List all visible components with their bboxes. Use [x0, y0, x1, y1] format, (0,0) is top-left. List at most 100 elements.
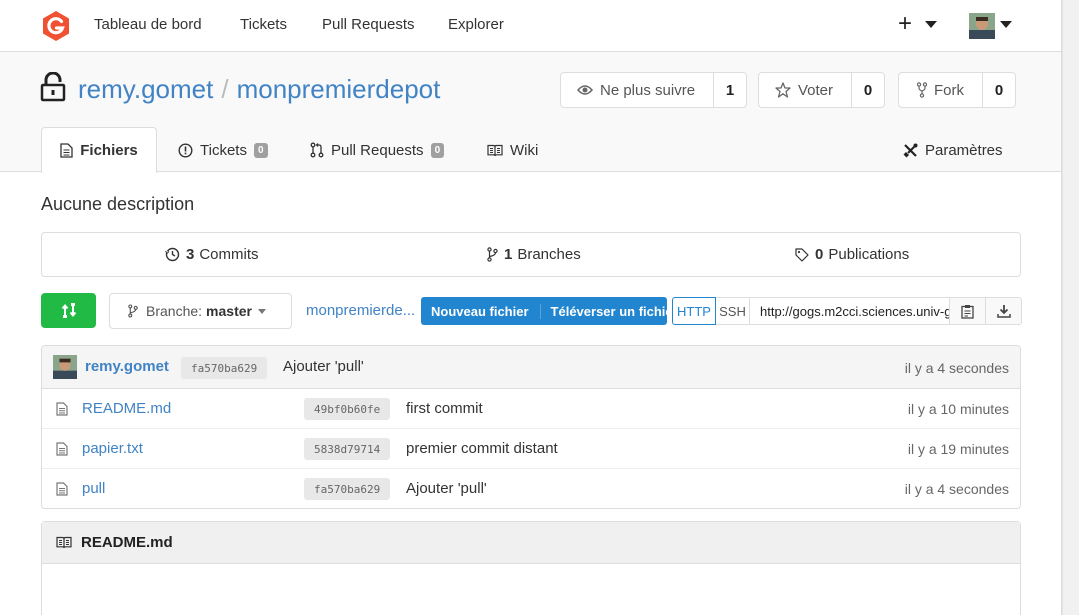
star-button[interactable]: Voter — [759, 73, 853, 107]
repo-root-breadcrumb[interactable]: monpremierde... — [306, 302, 415, 319]
page: Tableau de bord Tickets Pull Requests Ex… — [0, 0, 1062, 615]
new-file-button[interactable]: Nouveau fichier — [421, 303, 541, 319]
top-navbar: Tableau de bord Tickets Pull Requests Ex… — [0, 0, 1061, 52]
tab-issues-label: Tickets — [200, 141, 247, 159]
repo-title: remy.gomet / monpremierdepot — [78, 74, 440, 105]
tab-settings-label: Paramètres — [925, 141, 1003, 159]
tab-issues[interactable]: Tickets 0 — [178, 127, 268, 173]
create-new-caret-icon[interactable] — [925, 21, 937, 28]
nav-pull-requests-link[interactable]: Pull Requests — [322, 16, 415, 33]
commit-author-link[interactable]: remy.gomet — [85, 358, 169, 375]
file-actions-group: Nouveau fichier Téléverser un fichier — [421, 297, 678, 325]
pulls-count-badge: 0 — [430, 142, 445, 158]
fork-icon — [917, 82, 927, 98]
file-row: README.md 49bf0b60fe first commit il y a… — [42, 389, 1020, 429]
nav-explore-link[interactable]: Explorer — [448, 16, 504, 33]
tab-files-label: Fichiers — [80, 142, 138, 159]
book-icon — [56, 536, 72, 549]
commits-count: 3 — [186, 246, 195, 263]
file-list-table: remy.gomet fa570ba629 Ajouter 'pull' il … — [41, 345, 1021, 509]
tab-pull-requests-label: Pull Requests — [331, 141, 424, 159]
tab-files[interactable]: Fichiers — [41, 127, 157, 173]
file-commit-message[interactable]: premier commit distant — [406, 440, 558, 457]
file-commit-sha[interactable]: fa570ba629 — [304, 478, 391, 500]
latest-commit-row: remy.gomet fa570ba629 Ajouter 'pull' il … — [42, 346, 1020, 389]
releases-label: Publications — [828, 246, 910, 263]
star-button-group: Voter 0 — [758, 72, 886, 108]
unwatch-label: Ne plus suivre — [600, 81, 696, 99]
vertical-scrollbar[interactable] — [1062, 0, 1079, 615]
nav-issues-link[interactable]: Tickets — [240, 16, 287, 33]
download-icon — [996, 305, 1011, 318]
unwatch-button[interactable]: Ne plus suivre — [561, 73, 715, 107]
file-commit-age: il y a 19 minutes — [907, 441, 1009, 457]
star-label: Voter — [798, 81, 834, 99]
tab-wiki-label: Wiki — [510, 141, 539, 159]
branch-prefix-label: Branche: — [146, 303, 203, 319]
tab-pull-requests[interactable]: Pull Requests 0 — [310, 127, 445, 173]
commit-author-avatar[interactable] — [53, 355, 77, 379]
clone-http-button[interactable]: HTTP — [672, 297, 716, 325]
file-commit-sha[interactable]: 49bf0b60fe — [304, 398, 391, 420]
compare-button[interactable] — [41, 293, 96, 328]
file-text-icon — [56, 442, 68, 456]
star-count[interactable]: 0 — [852, 73, 884, 107]
download-button[interactable] — [986, 297, 1022, 325]
file-commit-sha[interactable]: 5838d79714 — [304, 438, 391, 460]
commit-sha-label[interactable]: fa570ba629 — [181, 357, 268, 379]
file-row: papier.txt 5838d79714 premier commit dis… — [42, 429, 1020, 469]
fork-button[interactable]: Fork — [899, 73, 983, 107]
repo-owner-link[interactable]: remy.gomet — [78, 74, 213, 104]
branches-count: 1 — [504, 246, 513, 263]
releases-stat-link[interactable]: 0 Publications — [795, 246, 909, 263]
history-icon — [165, 247, 180, 262]
clone-ssh-button[interactable]: SSH — [716, 297, 750, 325]
dropdown-caret-icon — [257, 308, 266, 314]
commits-stat-link[interactable]: 3 Commits — [165, 246, 259, 263]
branches-stat-link[interactable]: 1 Branches — [487, 246, 581, 263]
file-commit-age: il y a 10 minutes — [907, 401, 1009, 417]
issue-opened-icon — [178, 142, 193, 158]
watch-count[interactable]: 1 — [714, 73, 746, 107]
repo-header: remy.gomet / monpremierdepot Ne plus suivr… — [0, 52, 1061, 173]
repo-description: Aucune description — [41, 194, 195, 214]
file-commit-message[interactable]: Ajouter 'pull' — [406, 480, 487, 497]
tag-icon — [795, 247, 809, 262]
book-icon — [487, 144, 503, 156]
user-avatar[interactable] — [969, 13, 995, 39]
watch-button-group: Ne plus suivre 1 — [560, 72, 748, 108]
upload-file-button[interactable]: Téléverser un fichier — [541, 304, 688, 319]
file-name-link[interactable]: pull — [82, 480, 105, 497]
nav-dashboard-link[interactable]: Tableau de bord — [94, 16, 202, 33]
gogs-logo-icon[interactable] — [40, 10, 72, 42]
git-branch-icon — [487, 247, 498, 262]
tab-settings[interactable]: Paramètres — [903, 127, 1003, 173]
eye-icon — [577, 85, 593, 95]
copy-url-button[interactable] — [950, 297, 986, 325]
git-pull-request-icon — [310, 142, 324, 158]
user-menu-caret-icon[interactable] — [1000, 21, 1012, 28]
readme-title: README.md — [81, 534, 173, 551]
readme-header: README.md — [42, 522, 1020, 564]
branch-dropdown[interactable]: Branche: master — [109, 293, 292, 329]
commits-label: Commits — [199, 246, 259, 263]
repo-path-separator: / — [221, 74, 229, 104]
file-text-icon — [60, 143, 73, 158]
fork-label: Fork — [934, 81, 964, 99]
fork-button-group: Fork 0 — [898, 72, 1016, 108]
repo-name-link[interactable]: monpremierdepot — [237, 74, 441, 104]
readme-panel: README.md — [41, 521, 1021, 615]
file-text-icon — [56, 402, 68, 416]
file-commit-message[interactable]: first commit — [406, 400, 483, 417]
fork-count[interactable]: 0 — [983, 73, 1015, 107]
file-name-link[interactable]: papier.txt — [82, 440, 143, 457]
file-name-link[interactable]: README.md — [82, 400, 171, 417]
file-row: pull fa570ba629 Ajouter 'pull' il y a 4 … — [42, 469, 1020, 508]
commit-message: Ajouter 'pull' — [283, 358, 364, 375]
clone-url-input[interactable]: http://gogs.m2cci.sciences.univ-grenoble… — [750, 297, 950, 325]
tools-icon — [903, 143, 918, 157]
tab-wiki[interactable]: Wiki — [487, 127, 538, 173]
repo-stats-bar: 3 Commits 1 Branches 0 Publications — [41, 232, 1021, 277]
create-new-plus-icon[interactable]: + — [898, 11, 912, 37]
current-branch-name: master — [206, 303, 252, 319]
